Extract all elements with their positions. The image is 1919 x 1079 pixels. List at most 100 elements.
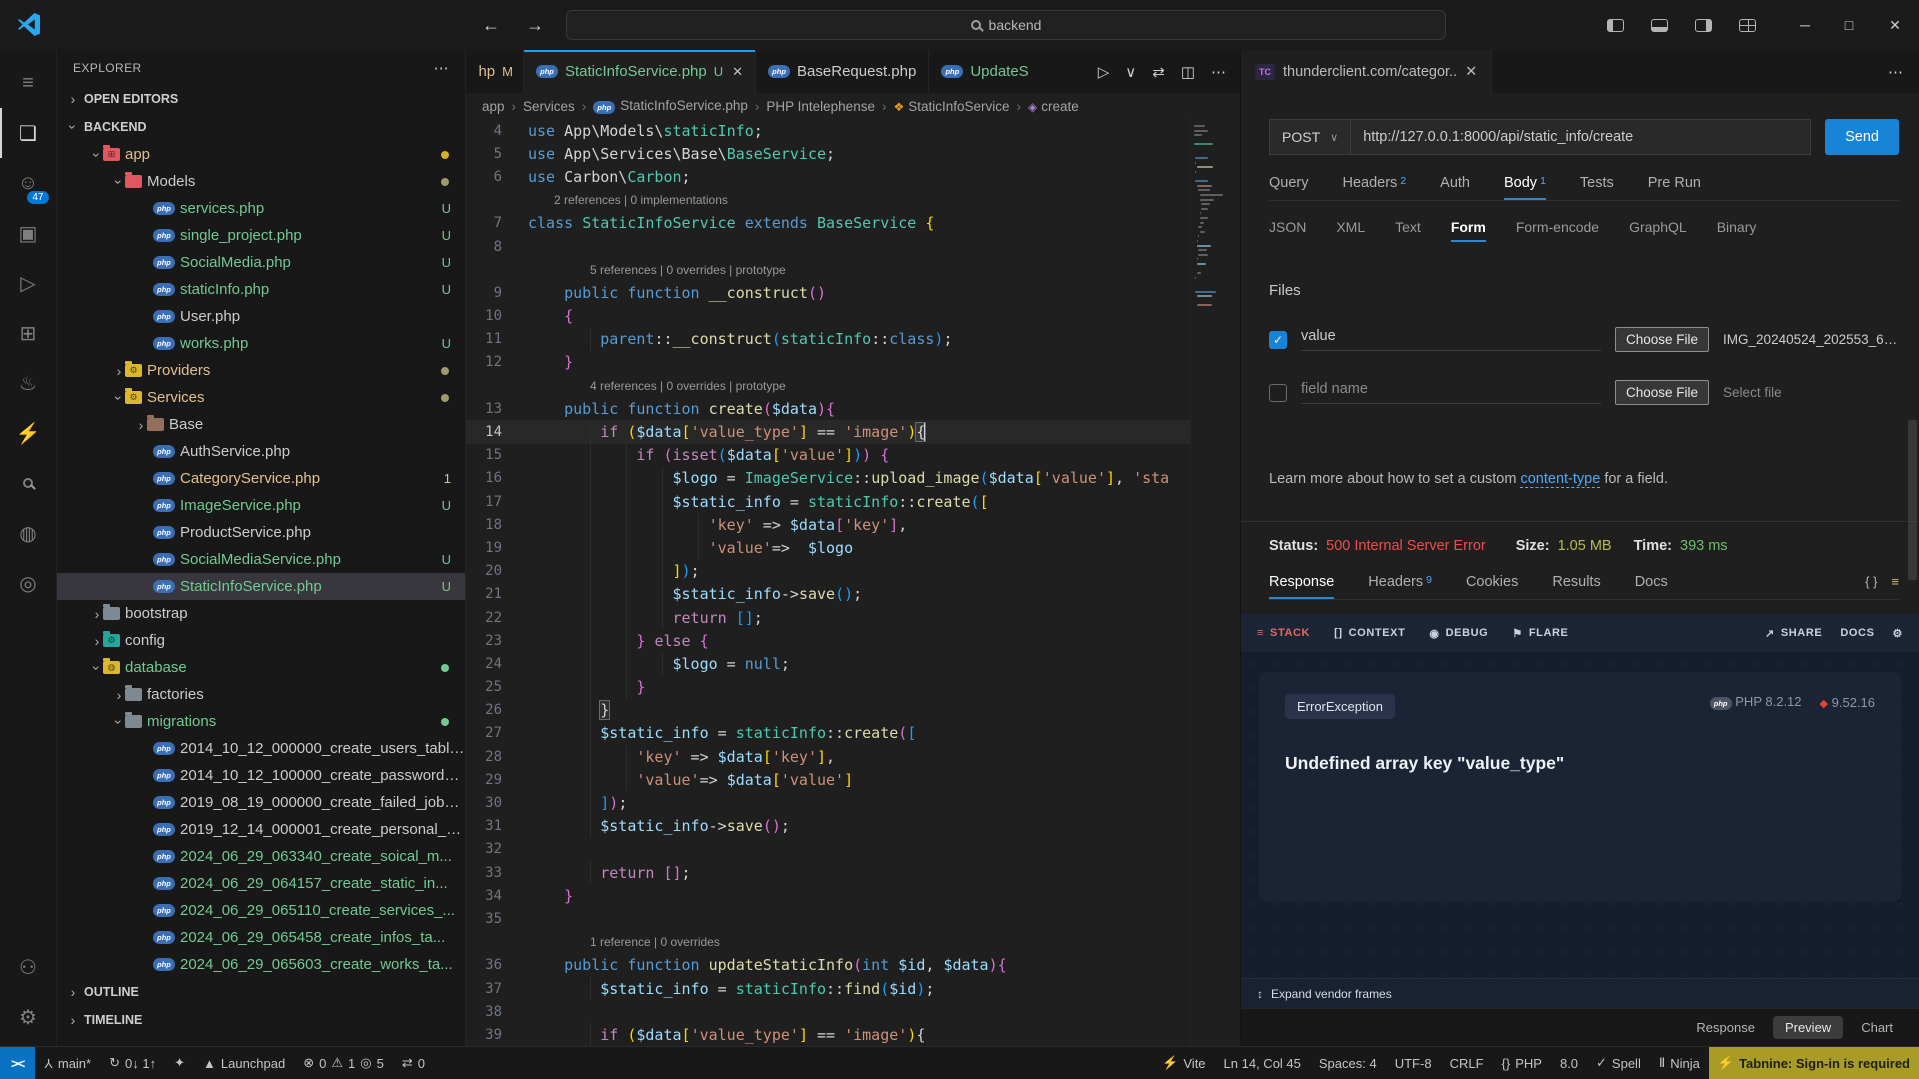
- explorer-more-icon[interactable]: ⋯: [434, 59, 449, 77]
- status-vite[interactable]: ⚡Vite: [1153, 1047, 1214, 1079]
- tree-file-2024-06-29-063340-create-soical-m-[interactable]: php2024_06_29_063340_create_soical_m...: [57, 843, 465, 870]
- tree-file-2019-08-19-000000-create-failed-jobs-ta-[interactable]: php2019_08_19_000000_create_failed_jobs_…: [57, 789, 465, 816]
- expand-vendor-frames[interactable]: ↕ Expand vendor frames: [1241, 978, 1919, 1008]
- codelens-text[interactable]: 4 references | 0 overrides | prototype: [502, 379, 786, 393]
- choose-file-button[interactable]: Choose File: [1615, 327, 1709, 352]
- preview-mode-response[interactable]: Response: [1684, 1016, 1767, 1039]
- nav-back-icon[interactable]: ←: [482, 15, 500, 36]
- exception-class-chip[interactable]: ErrorException: [1285, 694, 1395, 719]
- method-select[interactable]: POST ∨: [1269, 119, 1351, 155]
- status-tabnine[interactable]: ⚡Tabnine: Sign-in is required: [1709, 1047, 1919, 1079]
- tree-folder-services[interactable]: ›⚙Services: [57, 384, 465, 411]
- tree-file-services-php[interactable]: phpservices.phpU: [57, 195, 465, 222]
- status-spell-checker[interactable]: ✓Spell: [1587, 1047, 1650, 1079]
- status-language-mode[interactable]: {}PHP: [1493, 1047, 1551, 1079]
- field-name-input[interactable]: field name: [1301, 381, 1601, 404]
- body-tab-graphql[interactable]: GraphQL: [1629, 219, 1687, 242]
- share-button[interactable]: ↗SHARE: [1765, 627, 1822, 640]
- scrollbar-thumb[interactable]: [1908, 420, 1917, 580]
- editor-tab-baserequest.php[interactable]: phpBaseRequest.php: [756, 50, 929, 93]
- tree-file-socialmedia-php[interactable]: phpSocialMedia.phpU: [57, 249, 465, 276]
- code-editor[interactable]: 4use App\Models\staticInfo;5use App\Serv…: [466, 119, 1240, 1046]
- layout-grid-icon[interactable]: [1725, 0, 1769, 50]
- send-button[interactable]: Send: [1825, 119, 1899, 155]
- maximize-button[interactable]: □: [1827, 0, 1871, 50]
- minimap[interactable]: [1190, 119, 1226, 1046]
- run-dropdown[interactable]: ∨: [1125, 63, 1136, 81]
- extension-a-icon[interactable]: ◍: [0, 508, 57, 558]
- toggle-secondary-sidebar-icon[interactable]: [1681, 0, 1725, 50]
- tree-file-2014-10-12-000000-create-users-table-p-[interactable]: php2014_10_12_000000_create_users_table.…: [57, 735, 465, 762]
- tree-folder-app[interactable]: ›⊞app: [57, 141, 465, 168]
- tree-file-2014-10-12-100000-create-password-res-[interactable]: php2014_10_12_100000_create_password_res…: [57, 762, 465, 789]
- testing-flask-icon[interactable]: ♨: [0, 358, 57, 408]
- breadcrumb-item[interactable]: app: [482, 99, 505, 114]
- request-tab-tests[interactable]: Tests: [1580, 175, 1614, 200]
- flare-tab[interactable]: ⚑FLARE: [1512, 627, 1568, 640]
- toggle-sidebar-icon[interactable]: [1593, 0, 1637, 50]
- tree-file-categoryservice-php[interactable]: phpCategoryService.php1: [57, 465, 465, 492]
- stack-tab[interactable]: ≡STACK: [1257, 627, 1310, 639]
- close-tab-icon[interactable]: ✕: [1465, 64, 1477, 80]
- timeline-section[interactable]: › TIMELINE: [57, 1006, 465, 1034]
- response-tab-cookies[interactable]: Cookies: [1466, 574, 1518, 599]
- editor-tab-staticinfoservice.php[interactable]: phpStaticInfoService.phpU✕: [524, 50, 756, 93]
- tree-file-2024-06-29-065110-create-services-[interactable]: php2024_06_29_065110_create_services_...: [57, 897, 465, 924]
- flare-settings-icon[interactable]: ⚙: [1893, 627, 1903, 640]
- request-tab-auth[interactable]: Auth: [1440, 175, 1470, 200]
- tree-file-2019-12-14-000001-create-personal-acc-[interactable]: php2019_12_14_000001_create_personal_acc…: [57, 816, 465, 843]
- body-tab-xml[interactable]: XML: [1336, 219, 1365, 242]
- status-encoding[interactable]: UTF-8: [1386, 1047, 1441, 1079]
- tree-file-works-php[interactable]: phpworks.phpU: [57, 330, 465, 357]
- codelens-text[interactable]: 5 references | 0 overrides | prototype: [502, 263, 786, 277]
- status-beaker-icon[interactable]: ✦: [165, 1047, 194, 1079]
- context-tab[interactable]: []CONTEXT: [1334, 627, 1405, 639]
- extension-b-icon[interactable]: ◎: [0, 558, 57, 608]
- content-type-link[interactable]: content-type: [1520, 471, 1600, 488]
- extensions-icon[interactable]: ⊞: [0, 308, 57, 358]
- tree-folder-bootstrap[interactable]: ›bootstrap: [57, 600, 465, 627]
- thunder-client-icon[interactable]: ⚡: [0, 408, 57, 458]
- tree-file-socialmediaservice-php[interactable]: phpSocialMediaService.phpU: [57, 546, 465, 573]
- thunder-client-tab[interactable]: TC thunderclient.com/categor.. ✕: [1241, 50, 1492, 93]
- choose-file-button[interactable]: Choose File: [1615, 380, 1709, 405]
- status-eol[interactable]: CRLF: [1441, 1047, 1493, 1079]
- preview-mode-preview[interactable]: Preview: [1773, 1016, 1843, 1039]
- workspace-root[interactable]: › BACKEND: [57, 113, 465, 141]
- tree-folder-base[interactable]: ›Base: [57, 411, 465, 438]
- body-tab-form-encode[interactable]: Form-encode: [1516, 219, 1599, 242]
- tree-file-2024-06-29-065603-create-works-ta-[interactable]: php2024_06_29_065603_create_works_ta...: [57, 951, 465, 978]
- body-tab-json[interactable]: JSON: [1269, 219, 1306, 242]
- tree-file-staticinfo-php[interactable]: phpstaticInfo.phpU: [57, 276, 465, 303]
- body-tab-form[interactable]: Form: [1451, 219, 1486, 242]
- panel-more-icon[interactable]: ⋯: [1888, 63, 1903, 81]
- tree-file-single-project-php[interactable]: phpsingle_project.phpU: [57, 222, 465, 249]
- tree-file-2024-06-29-064157-create-static-in-[interactable]: php2024_06_29_064157_create_static_in...: [57, 870, 465, 897]
- status-problems[interactable]: ⊗0⚠1◎5: [294, 1047, 393, 1079]
- status-ports[interactable]: ⇄0: [393, 1047, 434, 1079]
- status-ninja[interactable]: ⅡNinja: [1650, 1047, 1709, 1079]
- close-button[interactable]: ✕: [1871, 0, 1919, 50]
- response-menu-icon[interactable]: ≡: [1891, 574, 1899, 590]
- tree-folder-models[interactable]: ›Models: [57, 168, 465, 195]
- minimize-button[interactable]: ─: [1783, 0, 1827, 50]
- status-cursor-position[interactable]: Ln 14, Col 45: [1215, 1047, 1310, 1079]
- breadcrumb-item[interactable]: ◈create: [1028, 99, 1079, 114]
- tree-file-imageservice-php[interactable]: phpImageService.phpU: [57, 492, 465, 519]
- tree-folder-config[interactable]: ›⚙config: [57, 627, 465, 654]
- url-input[interactable]: http://127.0.0.1:8000/api/static_info/cr…: [1351, 119, 1811, 155]
- settings-gear-icon[interactable]: ⚙: [0, 992, 57, 1042]
- status-php-version[interactable]: 8.0: [1551, 1047, 1587, 1079]
- tree-folder-providers[interactable]: ›⚙Providers: [57, 357, 465, 384]
- debug-tab[interactable]: ◉DEBUG: [1429, 627, 1488, 640]
- package-icon[interactable]: ▣: [0, 208, 57, 258]
- response-tab-headers[interactable]: Headers9: [1368, 574, 1432, 599]
- editor-tab-hp[interactable]: hpM: [466, 50, 524, 93]
- docs-button[interactable]: DOCS: [1840, 627, 1874, 639]
- breadcrumb-item[interactable]: phpStaticInfoService.php: [593, 98, 748, 114]
- tree-file-user-php[interactable]: phpUser.php: [57, 303, 465, 330]
- open-changes-icon[interactable]: ⇄: [1152, 63, 1165, 81]
- status-indentation[interactable]: Spaces: 4: [1310, 1047, 1386, 1079]
- nav-forward-icon[interactable]: →: [526, 15, 544, 36]
- status-sync-changes[interactable]: ↻0↓ 1↑: [100, 1047, 165, 1079]
